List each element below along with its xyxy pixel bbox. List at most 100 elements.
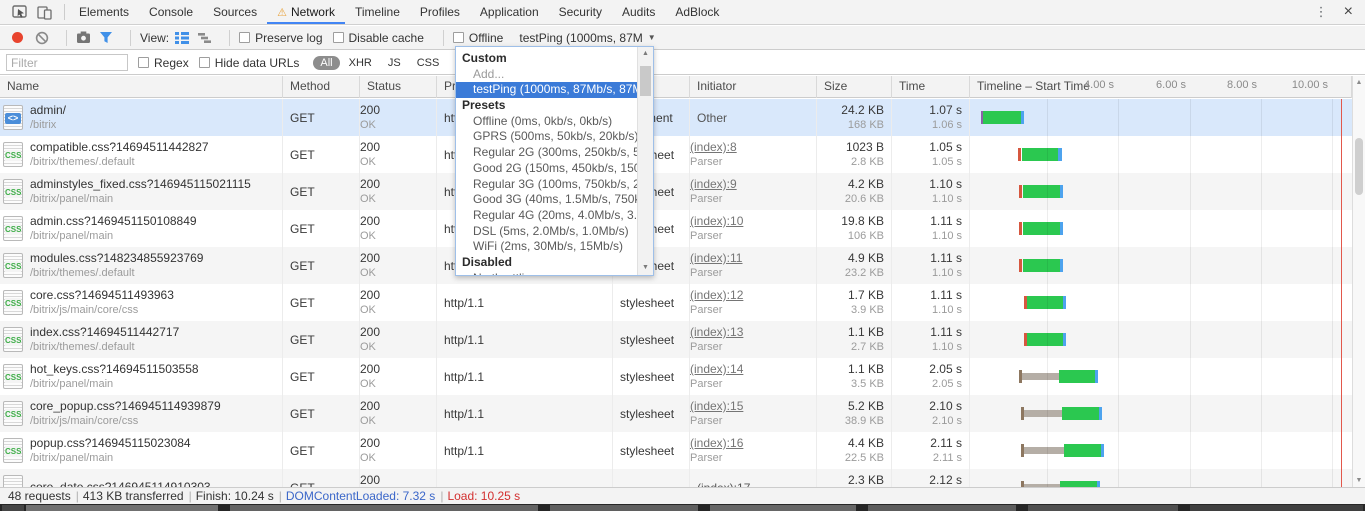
network-toolbar: View: Preserve log Disable cache Offline…	[0, 26, 1365, 50]
waterfall-waiting-bar	[1024, 410, 1062, 417]
throttle-option[interactable]: Regular 3G (100ms, 750kb/s, 250kb/s)	[456, 177, 637, 193]
throttle-option[interactable]: Regular 2G (300ms, 250kb/s, 50kb/s)	[456, 145, 637, 161]
column-header-time[interactable]: Time	[892, 76, 970, 98]
preserve-log-checkbox[interactable]	[239, 32, 250, 43]
menu-icon[interactable]: ⋮	[1303, 4, 1340, 20]
column-header-status[interactable]: Status	[360, 76, 437, 98]
filter-type-all[interactable]: All	[313, 56, 339, 70]
initiator-link[interactable]: (index):8	[690, 139, 816, 155]
throttle-option[interactable]: Offline (0ms, 0kb/s, 0kb/s)	[456, 114, 637, 130]
filter-input[interactable]	[6, 54, 128, 71]
initiator-link[interactable]: (index):14	[690, 361, 816, 377]
waterfall-bar-end	[1063, 333, 1066, 346]
inspect-element-icon[interactable]	[8, 0, 32, 24]
device-toolbar-icon[interactable]	[32, 0, 56, 24]
initiator-link[interactable]: (index):15	[690, 398, 816, 414]
tab-elements[interactable]: Elements	[69, 0, 139, 24]
throttle-option[interactable]: Good 3G (40ms, 1.5Mb/s, 750kb/s)	[456, 192, 637, 208]
tab-audits[interactable]: Audits	[612, 0, 665, 24]
throttle-option[interactable]: testPing (1000ms, 87Mb/s, 87Mb/s)	[456, 82, 637, 98]
table-row[interactable]: CSSindex.css?14694511442717/bitrix/theme…	[0, 321, 1352, 358]
timeline-tick-label: 6.00 s	[1156, 76, 1186, 96]
tab-label: Profiles	[420, 5, 460, 19]
use-large-rows-icon[interactable]	[175, 32, 189, 44]
tab-console[interactable]: Console	[139, 0, 203, 24]
table-row[interactable]: CSScore_popup.css?146945114939879/bitrix…	[0, 395, 1352, 432]
table-row[interactable]: CSSadminstyles_fixed.css?146945115021115…	[0, 173, 1352, 210]
scroll-down-icon[interactable]: ▼	[1353, 474, 1365, 487]
initiator-link[interactable]: (index):11	[690, 250, 816, 266]
waterfall-waiting-bar	[1024, 447, 1064, 454]
tab-security[interactable]: Security	[549, 0, 612, 24]
table-row[interactable]: CSScore.css?14694511493963/bitrix/js/mai…	[0, 284, 1352, 321]
request-name: core_date.css?146945114910303	[0, 469, 282, 487]
initiator-link[interactable]: (index):16	[690, 435, 816, 451]
throttle-option[interactable]: DSL (5ms, 2.0Mb/s, 1.0Mb/s)	[456, 224, 637, 240]
tab-label: Timeline	[355, 5, 400, 19]
scroll-up-icon[interactable]: ▲	[1353, 76, 1365, 89]
tab-timeline[interactable]: Timeline	[345, 0, 410, 24]
cell-size: 1.1 KB2.7 KB	[817, 321, 892, 358]
throttle-option[interactable]: Add...	[456, 67, 637, 83]
cell-status: 200OK	[360, 358, 437, 395]
tab-application[interactable]: Application	[470, 0, 549, 24]
time-total: 2.12 s	[892, 472, 962, 487]
column-header-initiator[interactable]: Initiator	[690, 76, 817, 98]
request-path: /bitrix/js/main/core/css	[30, 303, 174, 317]
screenshot-icon[interactable]	[76, 31, 91, 44]
scroll-down-icon[interactable]: ▼	[638, 261, 653, 275]
waterfall-bar	[1027, 333, 1063, 346]
record-icon[interactable]	[12, 32, 23, 43]
file-icon-glyph: CSS	[5, 298, 21, 309]
initiator-link[interactable]: (index):12	[690, 287, 816, 303]
column-header-timeline[interactable]: Timeline – Start Time4.00 s6.00 s8.00 s1…	[970, 76, 1352, 98]
dropdown-scrollbar[interactable]: ▲ ▼	[637, 47, 653, 275]
tab-adblock[interactable]: AdBlock	[665, 0, 729, 24]
table-row[interactable]: <>admin//bitrixGET200OKhttp/1.1documentO…	[0, 99, 1352, 136]
offline-checkbox[interactable]	[453, 32, 464, 43]
table-row[interactable]: CSSadmin.css?1469451150108849/bitrix/pan…	[0, 210, 1352, 247]
table-row[interactable]: CSScompatible.css?14694511442827/bitrix/…	[0, 136, 1352, 173]
status-text: OK	[360, 451, 436, 465]
initiator-link[interactable]: (index):13	[690, 324, 816, 340]
table-row[interactable]: CSSpopup.css?146945115023084/bitrix/pane…	[0, 432, 1352, 469]
request-file: index.css?14694511442717	[30, 325, 179, 340]
clear-icon[interactable]	[35, 31, 49, 45]
throttle-option[interactable]: Regular 4G (20ms, 4.0Mb/s, 3.0Mb/s)	[456, 208, 637, 224]
hide-data-urls-checkbox[interactable]	[199, 57, 210, 68]
table-row[interactable]: CSSmodules.css?148234855923769/bitrix/th…	[0, 247, 1352, 284]
initiator-link[interactable]: (index):10	[690, 213, 816, 229]
initiator-link[interactable]: (index):9	[690, 176, 816, 192]
cell-timeline	[970, 247, 1352, 284]
throttle-option[interactable]: GPRS (500ms, 50kb/s, 20kb/s)	[456, 129, 637, 145]
regex-checkbox[interactable]	[138, 57, 149, 68]
filter-type-js[interactable]: JS	[381, 56, 408, 70]
disable-cache-checkbox[interactable]	[333, 32, 344, 43]
tab-profiles[interactable]: Profiles	[410, 0, 470, 24]
cell-method: GET	[283, 284, 360, 321]
table-scrollbar[interactable]: ▲ ▼	[1352, 76, 1365, 487]
timeline-view-icon[interactable]	[197, 32, 212, 44]
filter-type-css[interactable]: CSS	[410, 56, 447, 70]
time-total: 1.11 s	[892, 287, 962, 303]
scrollbar-thumb[interactable]	[1355, 138, 1363, 195]
filter-type-xhr[interactable]: XHR	[342, 56, 379, 70]
tab-network[interactable]: ⚠Network	[267, 0, 345, 24]
close-icon[interactable]: ×	[1340, 3, 1357, 21]
cell-initiator: (index):11Parser	[690, 247, 817, 284]
filter-icon[interactable]	[99, 31, 113, 44]
scroll-up-icon[interactable]: ▲	[638, 47, 653, 61]
status-text: OK	[360, 340, 436, 354]
throttle-option[interactable]: Good 2G (150ms, 450kb/s, 150kb/s)	[456, 161, 637, 177]
column-header-method[interactable]: Method	[283, 76, 360, 98]
tab-label: Audits	[622, 5, 655, 19]
throttling-select[interactable]: testPing (1000ms, 87M ▼	[519, 31, 655, 45]
table-row[interactable]: core_date.css?146945114910303GET200(inde…	[0, 469, 1352, 487]
scrollbar-thumb[interactable]	[640, 66, 651, 96]
tab-sources[interactable]: Sources	[203, 0, 267, 24]
throttle-option[interactable]: No throttling	[456, 271, 637, 276]
table-row[interactable]: CSShot_keys.css?14694511503558/bitrix/pa…	[0, 358, 1352, 395]
column-header-name[interactable]: Name	[0, 76, 283, 98]
column-header-size[interactable]: Size	[817, 76, 892, 98]
throttle-option[interactable]: WiFi (2ms, 30Mb/s, 15Mb/s)	[456, 239, 637, 255]
